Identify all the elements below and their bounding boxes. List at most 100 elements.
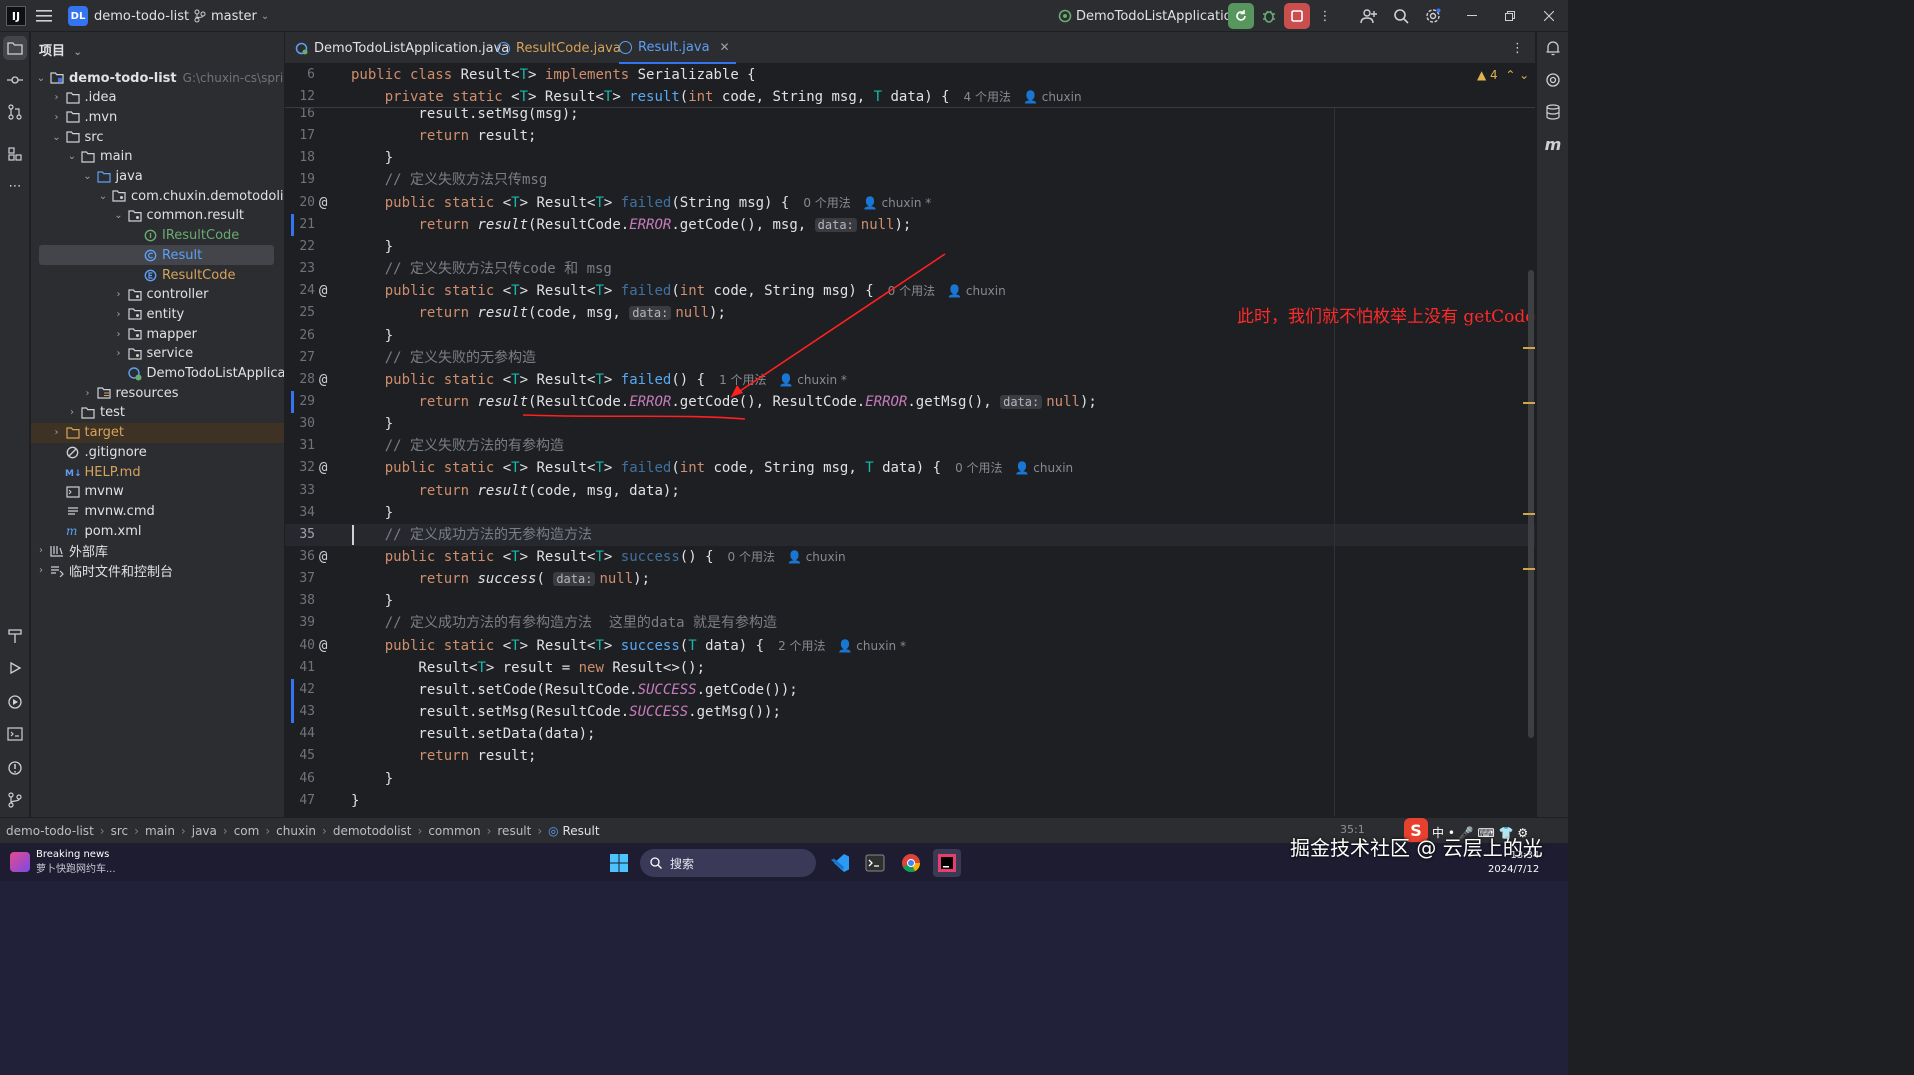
api-endpoint-gutter-icon[interactable]: @: [319, 192, 327, 214]
tree-item-gitignore[interactable]: .gitignore: [31, 442, 284, 462]
code-line-43[interactable]: 43 result.setMsg(ResultCode.SUCCESS.getM…: [285, 701, 1535, 724]
chevron-right-icon[interactable]: ›: [113, 348, 125, 359]
line-number[interactable]: 6: [285, 64, 315, 86]
breadcrumb-item[interactable]: result: [497, 824, 531, 838]
chevron-right-icon[interactable]: ›: [66, 407, 78, 418]
breadcrumb-item[interactable]: chuxin: [276, 824, 316, 838]
tree-item-idea[interactable]: › .idea: [31, 88, 284, 108]
author-inlay[interactable]: 👤 chuxin: [787, 550, 846, 564]
code-line-12[interactable]: 12 private static <T> Result<T> result(i…: [285, 86, 1535, 108]
line-number[interactable]: 24: [285, 280, 315, 302]
tree-item-mvnw-cmd[interactable]: mvnw.cmd: [31, 501, 284, 521]
structure-icon[interactable]: [3, 142, 27, 166]
code-line-23[interactable]: 23 // 定义失败方法只传code 和 msg: [285, 258, 1535, 280]
line-number[interactable]: 47: [285, 790, 315, 812]
breadcrumb-item[interactable]: main: [145, 824, 175, 838]
line-number[interactable]: 27: [285, 347, 315, 369]
tree-item-demotodolistapplication[interactable]: DemoTodoListApplication: [31, 364, 284, 384]
chevron-right-icon[interactable]: ›: [113, 309, 125, 320]
git-icon[interactable]: [3, 788, 27, 812]
line-number[interactable]: 29: [285, 391, 315, 413]
breadcrumb-item[interactable]: demo-todo-list: [6, 824, 94, 838]
tree-item-main[interactable]: ⌄ main: [31, 147, 284, 167]
intellij-taskbar-icon[interactable]: [933, 849, 961, 877]
run-configuration-selector[interactable]: DemoTodoListApplication ⌄: [1058, 0, 1252, 32]
line-number[interactable]: 37: [285, 568, 315, 590]
taskbar-search[interactable]: 搜索: [640, 849, 816, 877]
code-line-34[interactable]: 34 }: [285, 502, 1535, 524]
run-icon[interactable]: [3, 656, 27, 680]
tree-item-service[interactable]: › service: [31, 344, 284, 364]
line-number[interactable]: 36: [285, 546, 315, 568]
code-line-22[interactable]: 22 }: [285, 236, 1535, 258]
debug-bug-icon[interactable]: [1253, 0, 1285, 32]
code-line-39[interactable]: 39 // 定义成功方法的有参构造方法 这里的data 就是有参构造: [285, 612, 1535, 634]
restore-icon[interactable]: [1494, 0, 1526, 32]
tree-item-[interactable]: › 临时文件和控制台: [31, 561, 284, 581]
chevron-right-icon[interactable]: ›: [51, 427, 63, 438]
author-inlay[interactable]: 👤 chuxin: [1023, 90, 1082, 104]
build-hammer-icon[interactable]: [3, 624, 27, 648]
usages-inlay[interactable]: 1 个用法: [719, 373, 766, 387]
tree-item-help-md[interactable]: M↓ HELP.md: [31, 462, 284, 482]
line-number[interactable]: 46: [285, 768, 315, 790]
line-number[interactable]: 12: [285, 86, 315, 108]
author-inlay[interactable]: 👤 chuxin: [1015, 461, 1074, 475]
tab-demotodolistapplication[interactable]: DemoTodoListApplication.java: [295, 32, 509, 64]
chrome-icon[interactable]: [897, 849, 925, 877]
editor-vertical-scrollbar[interactable]: [1528, 270, 1534, 738]
author-inlay[interactable]: 👤 chuxin *: [863, 196, 931, 210]
line-number[interactable]: 18: [285, 147, 315, 169]
code-line-40[interactable]: 40 @ public static <T> Result<T> success(…: [285, 635, 1535, 657]
intellij-logo-icon[interactable]: IJ: [6, 6, 26, 26]
vcs-branch-switcher[interactable]: master ⌄: [194, 0, 269, 32]
code-line-36[interactable]: 36 @ public static <T> Result<T> success(…: [285, 546, 1535, 568]
tree-item-common-result[interactable]: ⌄ common.result: [31, 206, 284, 226]
line-number[interactable]: 41: [285, 657, 315, 679]
code-line-47[interactable]: 47}: [285, 790, 1535, 812]
chevron-down-icon[interactable]: ⌄: [35, 73, 47, 84]
chevron-right-icon[interactable]: ›: [35, 565, 47, 576]
breadcrumb-item[interactable]: src: [111, 824, 129, 838]
code-line-24[interactable]: 24 @ public static <T> Result<T> failed(i…: [285, 280, 1535, 302]
api-endpoint-gutter-icon[interactable]: @: [319, 280, 327, 302]
code-line-28[interactable]: 28 @ public static <T> Result<T> failed()…: [285, 369, 1535, 391]
tree-item-[interactable]: › 外部库: [31, 541, 284, 561]
chevron-down-icon[interactable]: ⌄: [113, 210, 125, 221]
ai-assistant-icon[interactable]: [1541, 68, 1565, 92]
chevron-down-icon[interactable]: ⌄: [51, 132, 63, 143]
tree-item-test[interactable]: › test: [31, 403, 284, 423]
author-inlay[interactable]: 👤 chuxin *: [779, 373, 847, 387]
close-icon[interactable]: [1533, 0, 1565, 32]
code-line-44[interactable]: 44 result.setData(data);: [285, 723, 1535, 745]
tree-item-java[interactable]: ⌄ java: [31, 167, 284, 187]
tree-item-com-chuxin-demotodolist[interactable]: ⌄ com.chuxin.demotodolist: [31, 186, 284, 206]
line-number[interactable]: 30: [285, 413, 315, 435]
line-number[interactable]: 25: [285, 302, 315, 324]
tree-item-controller[interactable]: › controller: [31, 285, 284, 305]
code-line-42[interactable]: 42 result.setCode(ResultCode.SUCCESS.get…: [285, 678, 1535, 701]
code-line-21[interactable]: 21 return result(ResultCode.ERROR.getCod…: [285, 213, 1535, 236]
usages-inlay[interactable]: 0 个用法: [888, 284, 935, 298]
tree-item-target[interactable]: › target: [31, 422, 284, 443]
chevron-right-icon[interactable]: ›: [51, 92, 63, 103]
line-number[interactable]: 43: [285, 701, 315, 723]
code-line-19[interactable]: 19 // 定义失败方法只传msg: [285, 169, 1535, 191]
chevron-right-icon[interactable]: ›: [51, 112, 63, 123]
breadcrumb-item[interactable]: java: [192, 824, 217, 838]
tree-item-demo-todo-list[interactable]: ⌄ demo-todo-list G:\chuxin-cs\spring-boot-: [31, 68, 284, 88]
code-line-17[interactable]: 17 return result;: [285, 125, 1535, 147]
code-line-30[interactable]: 30 }: [285, 413, 1535, 435]
terminal-app-icon[interactable]: [861, 849, 889, 877]
close-tab-icon[interactable]: ✕: [720, 40, 730, 54]
tree-item-iresultcode[interactable]: IResultCode: [31, 226, 284, 246]
rerun-icon[interactable]: [1228, 3, 1254, 29]
chevron-right-icon[interactable]: ›: [82, 388, 94, 399]
search-icon[interactable]: [1385, 0, 1417, 32]
line-number[interactable]: 34: [285, 502, 315, 524]
commit-icon[interactable]: [3, 68, 27, 92]
database-icon[interactable]: [1541, 100, 1565, 124]
code-line-18[interactable]: 18 }: [285, 147, 1535, 169]
author-inlay[interactable]: 👤 chuxin: [947, 284, 1006, 298]
breadcrumb-item[interactable]: demotodolist: [333, 824, 412, 838]
